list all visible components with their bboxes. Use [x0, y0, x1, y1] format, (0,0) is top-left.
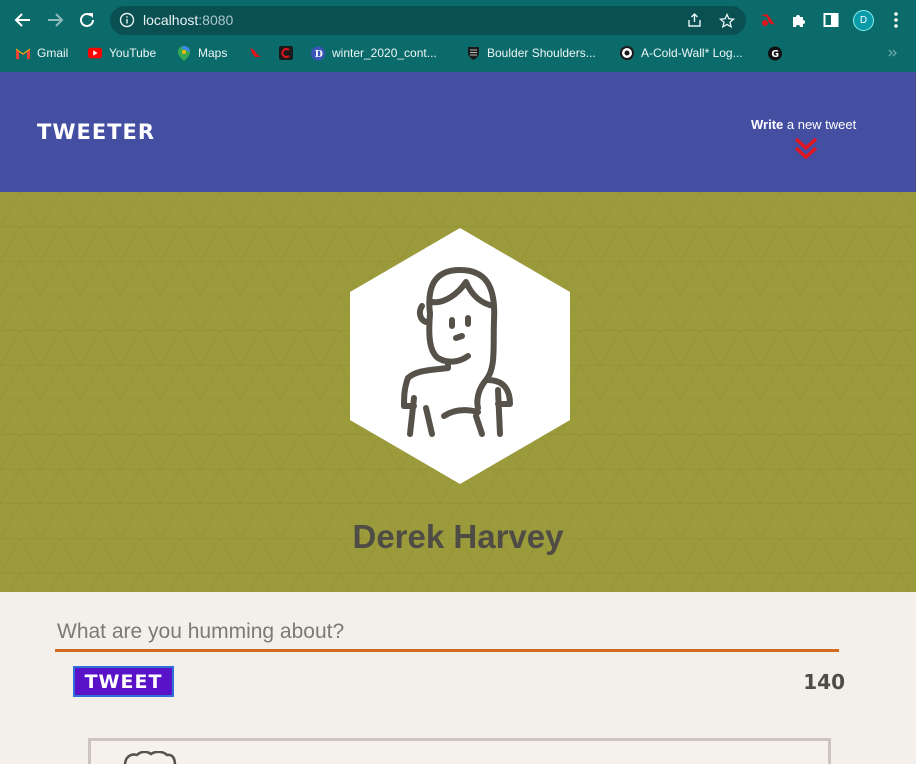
reload-button[interactable]: [75, 8, 99, 32]
browser-menu-icon[interactable]: [886, 10, 906, 30]
character-counter: 140: [803, 670, 845, 694]
tweet-avatar-icon: [123, 751, 177, 764]
bookmark-label: winter_2020_cont...: [332, 46, 437, 60]
gmail-icon: [16, 46, 30, 60]
side-panel-glyph: [823, 13, 839, 27]
site-info-icon[interactable]: [119, 12, 135, 28]
bookmark-label: YouTube: [109, 46, 157, 60]
url-port: :8080: [198, 12, 234, 28]
profile-header: Derek Harvey: [0, 192, 916, 592]
bookmark-star-icon[interactable]: [719, 13, 735, 29]
bookmark-c[interactable]: [279, 44, 300, 62]
bookmark-label: Maps: [198, 46, 228, 60]
maps-icon: [177, 45, 191, 61]
double-chevron-right-icon: [888, 49, 897, 57]
acw-icon: [620, 46, 634, 60]
reload-icon: [80, 12, 94, 27]
browser-chrome: localhost:8080 D Gmail YouTube Maps D wi…: [0, 0, 916, 72]
tweet-textarea[interactable]: [55, 614, 839, 652]
bookmark-gmail[interactable]: Gmail: [16, 44, 68, 62]
write-new-tweet-link[interactable]: Write a new tweet: [751, 117, 856, 132]
tweet-card: [88, 738, 831, 764]
top-nav: TWEETER Write a new tweet: [0, 72, 916, 192]
extension-red-glyph: [761, 14, 775, 26]
bookmark-maps[interactable]: Maps: [177, 44, 227, 62]
back-arrow-icon: [14, 13, 30, 27]
cardinal-icon: [248, 46, 262, 60]
profile-avatar[interactable]: D: [853, 10, 874, 31]
svg-text:G: G: [771, 49, 779, 60]
bookmark-winter[interactable]: D winter_2020_cont...: [311, 44, 437, 62]
app-page: TWEETER Write a new tweet Derek Harvey W…: [0, 72, 916, 764]
tweet-button[interactable]: TWEET: [73, 666, 174, 697]
bookmark-label: A-Cold-Wall* Log...: [641, 46, 743, 60]
address-bar[interactable]: localhost:8080: [110, 6, 746, 35]
url-text: localhost:8080: [143, 12, 233, 28]
bookmark-youtube[interactable]: YouTube: [88, 44, 156, 62]
bookmark-label: Gmail: [37, 46, 69, 60]
forward-arrow-icon: [48, 13, 64, 27]
g-icon: G: [768, 46, 782, 60]
c-icon: [279, 46, 293, 60]
kebab-glyph: [894, 12, 898, 28]
profile-name: Derek Harvey: [352, 518, 564, 555]
extensions-puzzle-icon[interactable]: [789, 10, 809, 30]
youtube-icon: [88, 46, 102, 60]
url-host: localhost: [143, 12, 199, 28]
bookmark-boulder[interactable]: Boulder Shoulders...: [466, 44, 596, 62]
d-icon: D: [311, 46, 325, 60]
compose-link-bold: Write: [751, 117, 784, 132]
back-button[interactable]: [11, 8, 35, 32]
browser-toolbar: localhost:8080 D: [0, 0, 916, 40]
bookmark-g[interactable]: G: [768, 44, 789, 62]
bookmark-cardinal[interactable]: [248, 44, 269, 62]
side-panel-icon[interactable]: [821, 10, 841, 30]
compose-link-text: a new tweet: [783, 117, 857, 132]
profile-avatar-hexagon: [350, 228, 570, 484]
puzzle-glyph: [793, 15, 805, 27]
double-chevron-down-icon[interactable]: [793, 137, 819, 161]
shield-icon: [466, 46, 480, 60]
bookmarks-bar: Gmail YouTube Maps D winter_2020_cont...…: [0, 40, 916, 66]
svg-text:D: D: [315, 49, 323, 60]
forward-button[interactable]: [43, 8, 67, 32]
share-icon[interactable]: [687, 13, 702, 28]
extension-red-icon[interactable]: [758, 10, 778, 30]
tweet-composer: TWEET 140: [0, 592, 916, 764]
bookmarks-overflow-icon[interactable]: [888, 44, 898, 62]
bookmark-label: Boulder Shoulders...: [487, 46, 596, 60]
site-logo[interactable]: TWEETER: [37, 120, 155, 144]
bookmark-acw[interactable]: A-Cold-Wall* Log...: [620, 44, 743, 62]
